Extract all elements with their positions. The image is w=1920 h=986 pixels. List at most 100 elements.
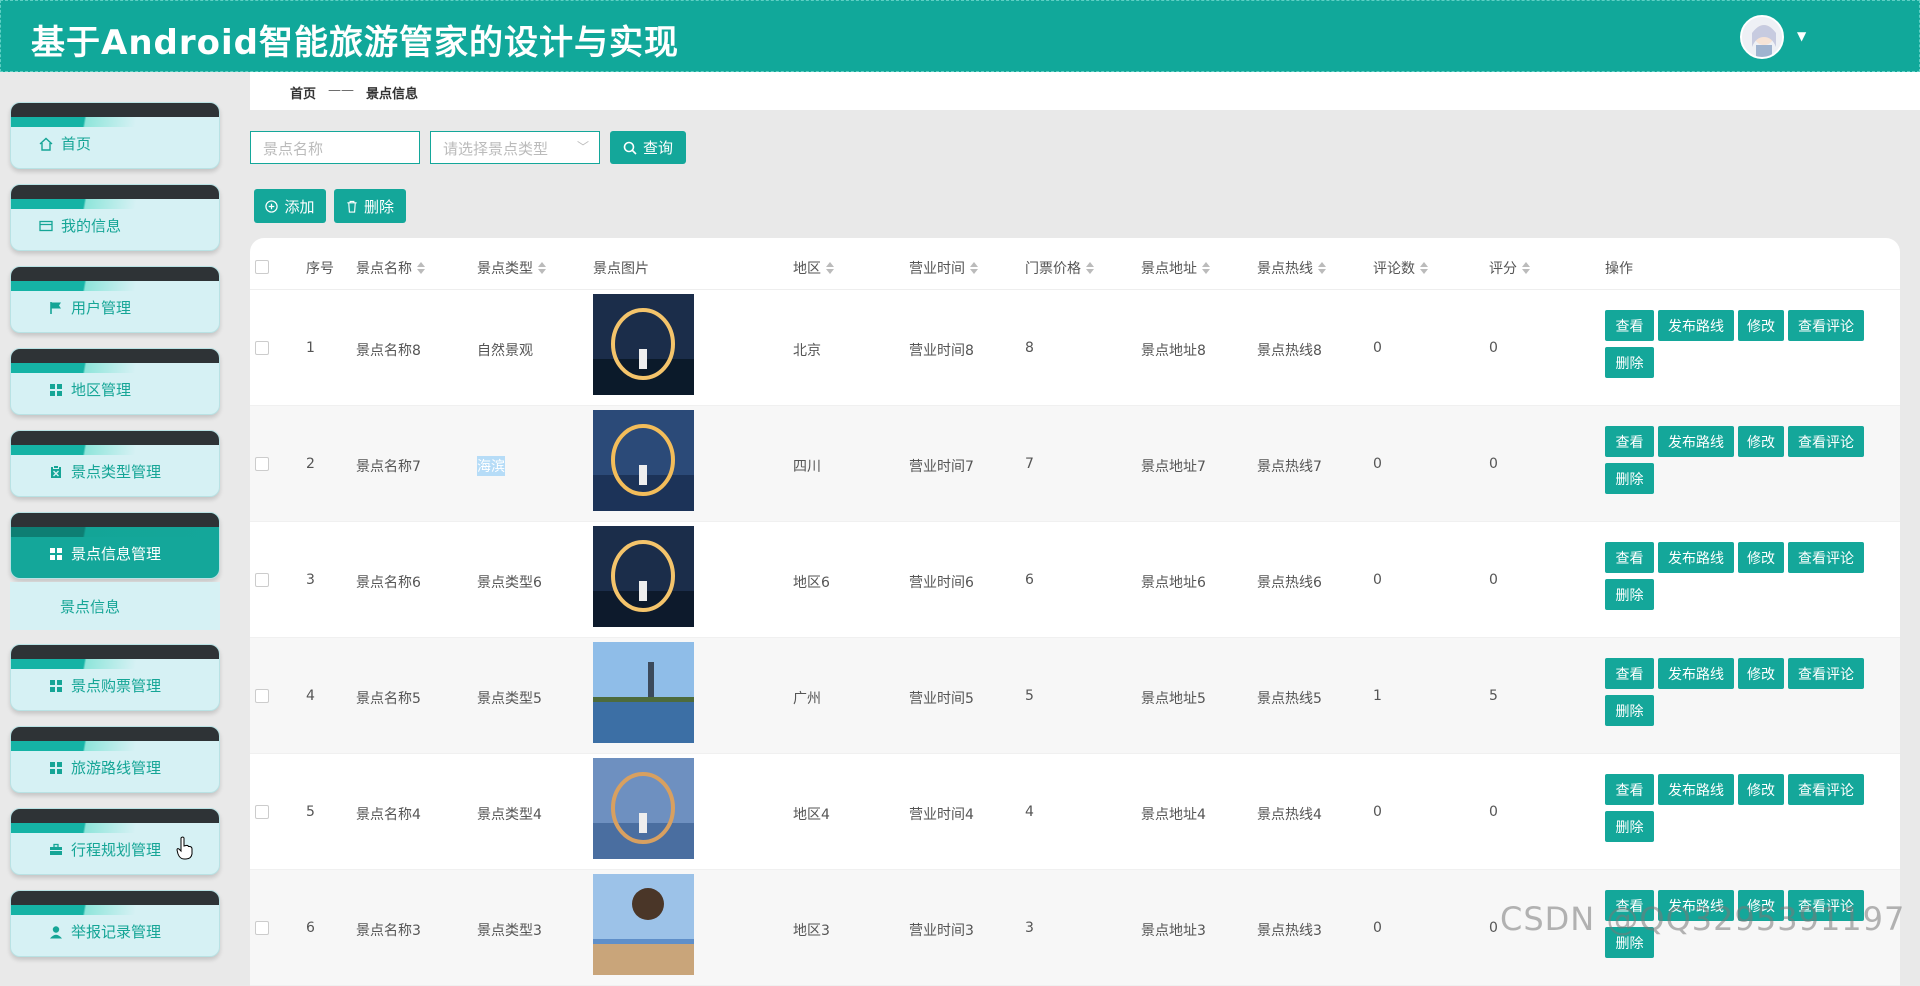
view-button[interactable]: 查看 — [1605, 426, 1654, 457]
col-header-address[interactable]: 景点地址 — [1141, 258, 1210, 278]
view-button[interactable]: 查看 — [1605, 658, 1654, 689]
col-header-hours[interactable]: 营业时间 — [909, 258, 978, 278]
col-header-price[interactable]: 门票价格 — [1025, 258, 1094, 278]
cell-hours: 营业时间8 — [909, 343, 974, 359]
delete-row-button[interactable]: 删除 — [1605, 347, 1654, 378]
edit-button[interactable]: 修改 — [1738, 542, 1784, 573]
cell-type: 景点类型4 — [477, 807, 542, 823]
cell-region: 四川 — [793, 459, 821, 475]
cell-hours: 营业时间3 — [909, 923, 974, 939]
delete-row-button[interactable]: 删除 — [1605, 579, 1654, 610]
cell-score: 5 — [1489, 688, 1498, 704]
row-checkbox[interactable] — [255, 689, 269, 703]
col-header-name[interactable]: 景点名称 — [356, 258, 425, 278]
card-icon — [39, 220, 53, 231]
col-header-score[interactable]: 评分 — [1489, 258, 1530, 278]
sidebar-item-spot-info-mgmt[interactable]: 景点信息管理 — [10, 512, 220, 579]
cell-type: 自然景观 — [477, 343, 533, 359]
cell-price: 5 — [1025, 688, 1034, 704]
cell-hotline: 景点热线8 — [1257, 343, 1322, 359]
grid-icon — [50, 761, 62, 774]
add-button[interactable]: 添加 — [254, 189, 326, 223]
spot-image[interactable] — [593, 410, 694, 511]
breadcrumb-current: 景点信息 — [366, 87, 419, 102]
view-button[interactable]: 查看 — [1605, 310, 1654, 341]
cell-score: 0 — [1489, 340, 1498, 356]
cell-hours: 营业时间4 — [909, 807, 974, 823]
breadcrumb-home[interactable]: 首页 — [290, 83, 316, 102]
cell-name: 景点名称4 — [356, 807, 421, 823]
spot-image[interactable] — [593, 642, 694, 743]
sidebar-item-label: 首页 — [61, 135, 92, 153]
row-checkbox[interactable] — [255, 805, 269, 819]
cell-hotline: 景点热线5 — [1257, 691, 1322, 707]
view-comments-button[interactable]: 查看评论 — [1788, 774, 1864, 805]
cell-comments: 0 — [1373, 340, 1382, 356]
edit-button[interactable]: 修改 — [1738, 310, 1784, 341]
col-header-region[interactable]: 地区 — [793, 258, 834, 278]
spot-name-search-input[interactable]: 景点名称 — [250, 131, 420, 164]
publish-route-button[interactable]: 发布路线 — [1658, 542, 1734, 573]
cell-address: 景点地址3 — [1141, 923, 1206, 939]
cell-hours: 营业时间7 — [909, 459, 974, 475]
cell-price: 7 — [1025, 456, 1034, 472]
spot-type-select[interactable]: 请选择景点类型 ﹀ — [430, 131, 600, 164]
publish-route-button[interactable]: 发布路线 — [1658, 310, 1734, 341]
cell-address: 景点地址6 — [1141, 575, 1206, 591]
sidebar-item-ticket-mgmt[interactable]: 景点购票管理 — [10, 644, 220, 711]
view-comments-button[interactable]: 查看评论 — [1788, 658, 1864, 689]
cell-type: 海滨 — [477, 456, 505, 476]
row-checkbox[interactable] — [255, 341, 269, 355]
sidebar-item-report-mgmt[interactable]: 举报记录管理 — [10, 890, 220, 957]
sort-icon — [417, 262, 425, 274]
spot-image[interactable] — [593, 874, 694, 975]
col-header-hotline[interactable]: 景点热线 — [1257, 258, 1326, 278]
user-avatar[interactable] — [1740, 15, 1784, 59]
sidebar-item-my-info[interactable]: 我的信息 — [10, 184, 220, 251]
cell-comments: 0 — [1373, 920, 1382, 936]
col-header-type[interactable]: 景点类型 — [477, 258, 546, 278]
sidebar-item-route-mgmt[interactable]: 旅游路线管理 — [10, 726, 220, 793]
row-checkbox[interactable] — [255, 457, 269, 471]
delete-button[interactable]: 删除 — [334, 189, 406, 223]
sidebar-subitem-spot-info[interactable]: 景点信息 — [10, 582, 220, 630]
cell-comments: 0 — [1373, 456, 1382, 472]
flag-icon — [50, 301, 61, 314]
edit-button[interactable]: 修改 — [1738, 774, 1784, 805]
query-button[interactable]: 查询 — [610, 131, 686, 164]
row-checkbox[interactable] — [255, 573, 269, 587]
sidebar-item-user-mgmt[interactable]: 用户管理 — [10, 266, 220, 333]
delete-button-label: 删除 — [363, 197, 394, 216]
cell-name: 景点名称6 — [356, 575, 421, 591]
view-comments-button[interactable]: 查看评论 — [1788, 310, 1864, 341]
delete-row-button[interactable]: 删除 — [1605, 463, 1654, 494]
spot-image[interactable] — [593, 526, 694, 627]
table-row: 4 景点名称5 景点类型5 广州 营业时间5 5 景点地址5 景点热线5 1 5 查看 发布路线 修改查… — [250, 638, 1900, 754]
delete-row-button[interactable]: 删除 — [1605, 811, 1654, 842]
cell-comments: 0 — [1373, 804, 1382, 820]
row-checkbox[interactable] — [255, 921, 269, 935]
sidebar-item-home[interactable]: 首页 — [10, 102, 220, 169]
spot-image[interactable] — [593, 758, 694, 859]
cell-address: 景点地址7 — [1141, 459, 1206, 475]
edit-button[interactable]: 修改 — [1738, 426, 1784, 457]
chevron-down-icon[interactable]: ▼ — [1797, 29, 1806, 43]
select-all-checkbox[interactable] — [255, 260, 269, 274]
delete-row-button[interactable]: 删除 — [1605, 695, 1654, 726]
view-button[interactable]: 查看 — [1605, 774, 1654, 805]
view-button[interactable]: 查看 — [1605, 542, 1654, 573]
view-comments-button[interactable]: 查看评论 — [1788, 426, 1864, 457]
sidebar-item-spot-type-mgmt[interactable]: 景点类型管理 — [10, 430, 220, 497]
publish-route-button[interactable]: 发布路线 — [1658, 426, 1734, 457]
cell-type: 景点类型6 — [477, 575, 542, 591]
col-header-comments[interactable]: 评论数 — [1373, 258, 1428, 278]
table-header: 序号 景点名称 景点类型 景点图片 地区 营业时间 门票价格 景点地址 景点热线… — [250, 238, 1900, 290]
sidebar-item-region-mgmt[interactable]: 地区管理 — [10, 348, 220, 415]
publish-route-button[interactable]: 发布路线 — [1658, 658, 1734, 689]
sidebar-item-label: 我的信息 — [61, 217, 122, 235]
edit-button[interactable]: 修改 — [1738, 658, 1784, 689]
spot-image[interactable] — [593, 294, 694, 395]
cell-address: 景点地址8 — [1141, 343, 1206, 359]
view-comments-button[interactable]: 查看评论 — [1788, 542, 1864, 573]
publish-route-button[interactable]: 发布路线 — [1658, 774, 1734, 805]
